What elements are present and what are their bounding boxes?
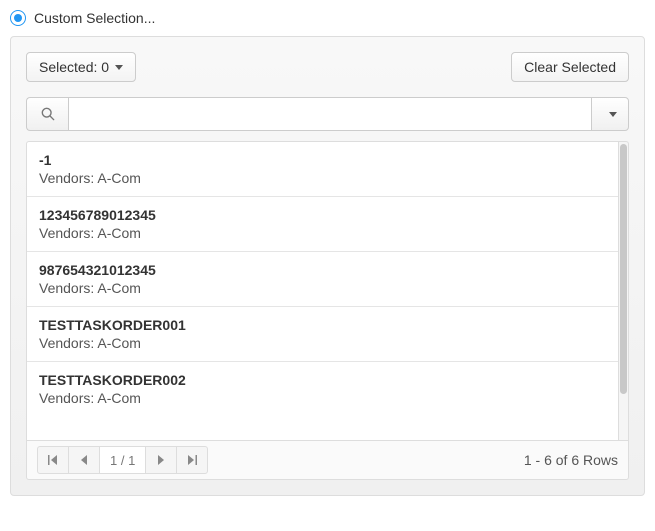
scrollbar[interactable] (619, 141, 629, 441)
pager-prev-button[interactable] (68, 446, 100, 474)
caret-down-icon (115, 65, 123, 70)
custom-selection-radio[interactable]: Custom Selection... (10, 10, 645, 26)
list-item-subtitle: Vendors: A-Com (39, 335, 606, 351)
selected-dropdown-button[interactable]: Selected: 0 (26, 52, 136, 82)
list-item-subtitle: Vendors: A-Com (39, 280, 606, 296)
toolbar: Selected: 0 Clear Selected (26, 52, 629, 82)
list-item-title: -1 (39, 152, 606, 168)
list-item-title: TESTTASKORDER002 (39, 372, 606, 388)
selection-panel: Selected: 0 Clear Selected -1 Vendors: A-… (10, 36, 645, 496)
list-item[interactable]: TESTTASKORDER002 Vendors: A-Com (27, 362, 618, 416)
list-item[interactable]: -1 Vendors: A-Com (27, 142, 618, 197)
radio-label: Custom Selection... (34, 10, 155, 26)
list-item-subtitle: Vendors: A-Com (39, 225, 606, 241)
pager-next-button[interactable] (145, 446, 177, 474)
last-page-icon (187, 455, 197, 465)
clear-selected-label: Clear Selected (524, 59, 616, 75)
rows-count-label: 1 - 6 of 6 Rows (524, 452, 618, 468)
chevron-right-icon (157, 455, 165, 465)
pager-page-indicator: 1 / 1 (99, 446, 146, 474)
search-input[interactable] (68, 97, 591, 131)
scrollbar-thumb[interactable] (620, 144, 627, 394)
list-item-subtitle: Vendors: A-Com (39, 390, 606, 406)
clear-selected-button[interactable]: Clear Selected (511, 52, 629, 82)
radio-checked-icon (10, 10, 26, 26)
caret-down-icon (609, 112, 617, 117)
chevron-left-icon (80, 455, 88, 465)
first-page-icon (48, 455, 58, 465)
search-icon (41, 107, 55, 121)
list-item-title: 987654321012345 (39, 262, 606, 278)
list-item[interactable]: 123456789012345 Vendors: A-Com (27, 197, 618, 252)
list-item-title: TESTTASKORDER001 (39, 317, 606, 333)
search-bar (26, 97, 629, 131)
search-button[interactable] (26, 97, 68, 131)
selected-count-label: Selected: 0 (39, 59, 109, 75)
list-item[interactable]: TESTTASKORDER001 Vendors: A-Com (27, 307, 618, 362)
list-footer: 1 / 1 1 - 6 of 6 Rows (26, 441, 629, 480)
list-item-subtitle: Vendors: A-Com (39, 170, 606, 186)
list-item-title: 123456789012345 (39, 207, 606, 223)
search-filter-dropdown[interactable] (591, 97, 629, 131)
pager: 1 / 1 (37, 446, 208, 474)
results-list: -1 Vendors: A-Com 123456789012345 Vendors: … (26, 141, 619, 441)
pager-last-button[interactable] (176, 446, 208, 474)
pager-first-button[interactable] (37, 446, 69, 474)
list-item[interactable]: 987654321012345 Vendors: A-Com (27, 252, 618, 307)
